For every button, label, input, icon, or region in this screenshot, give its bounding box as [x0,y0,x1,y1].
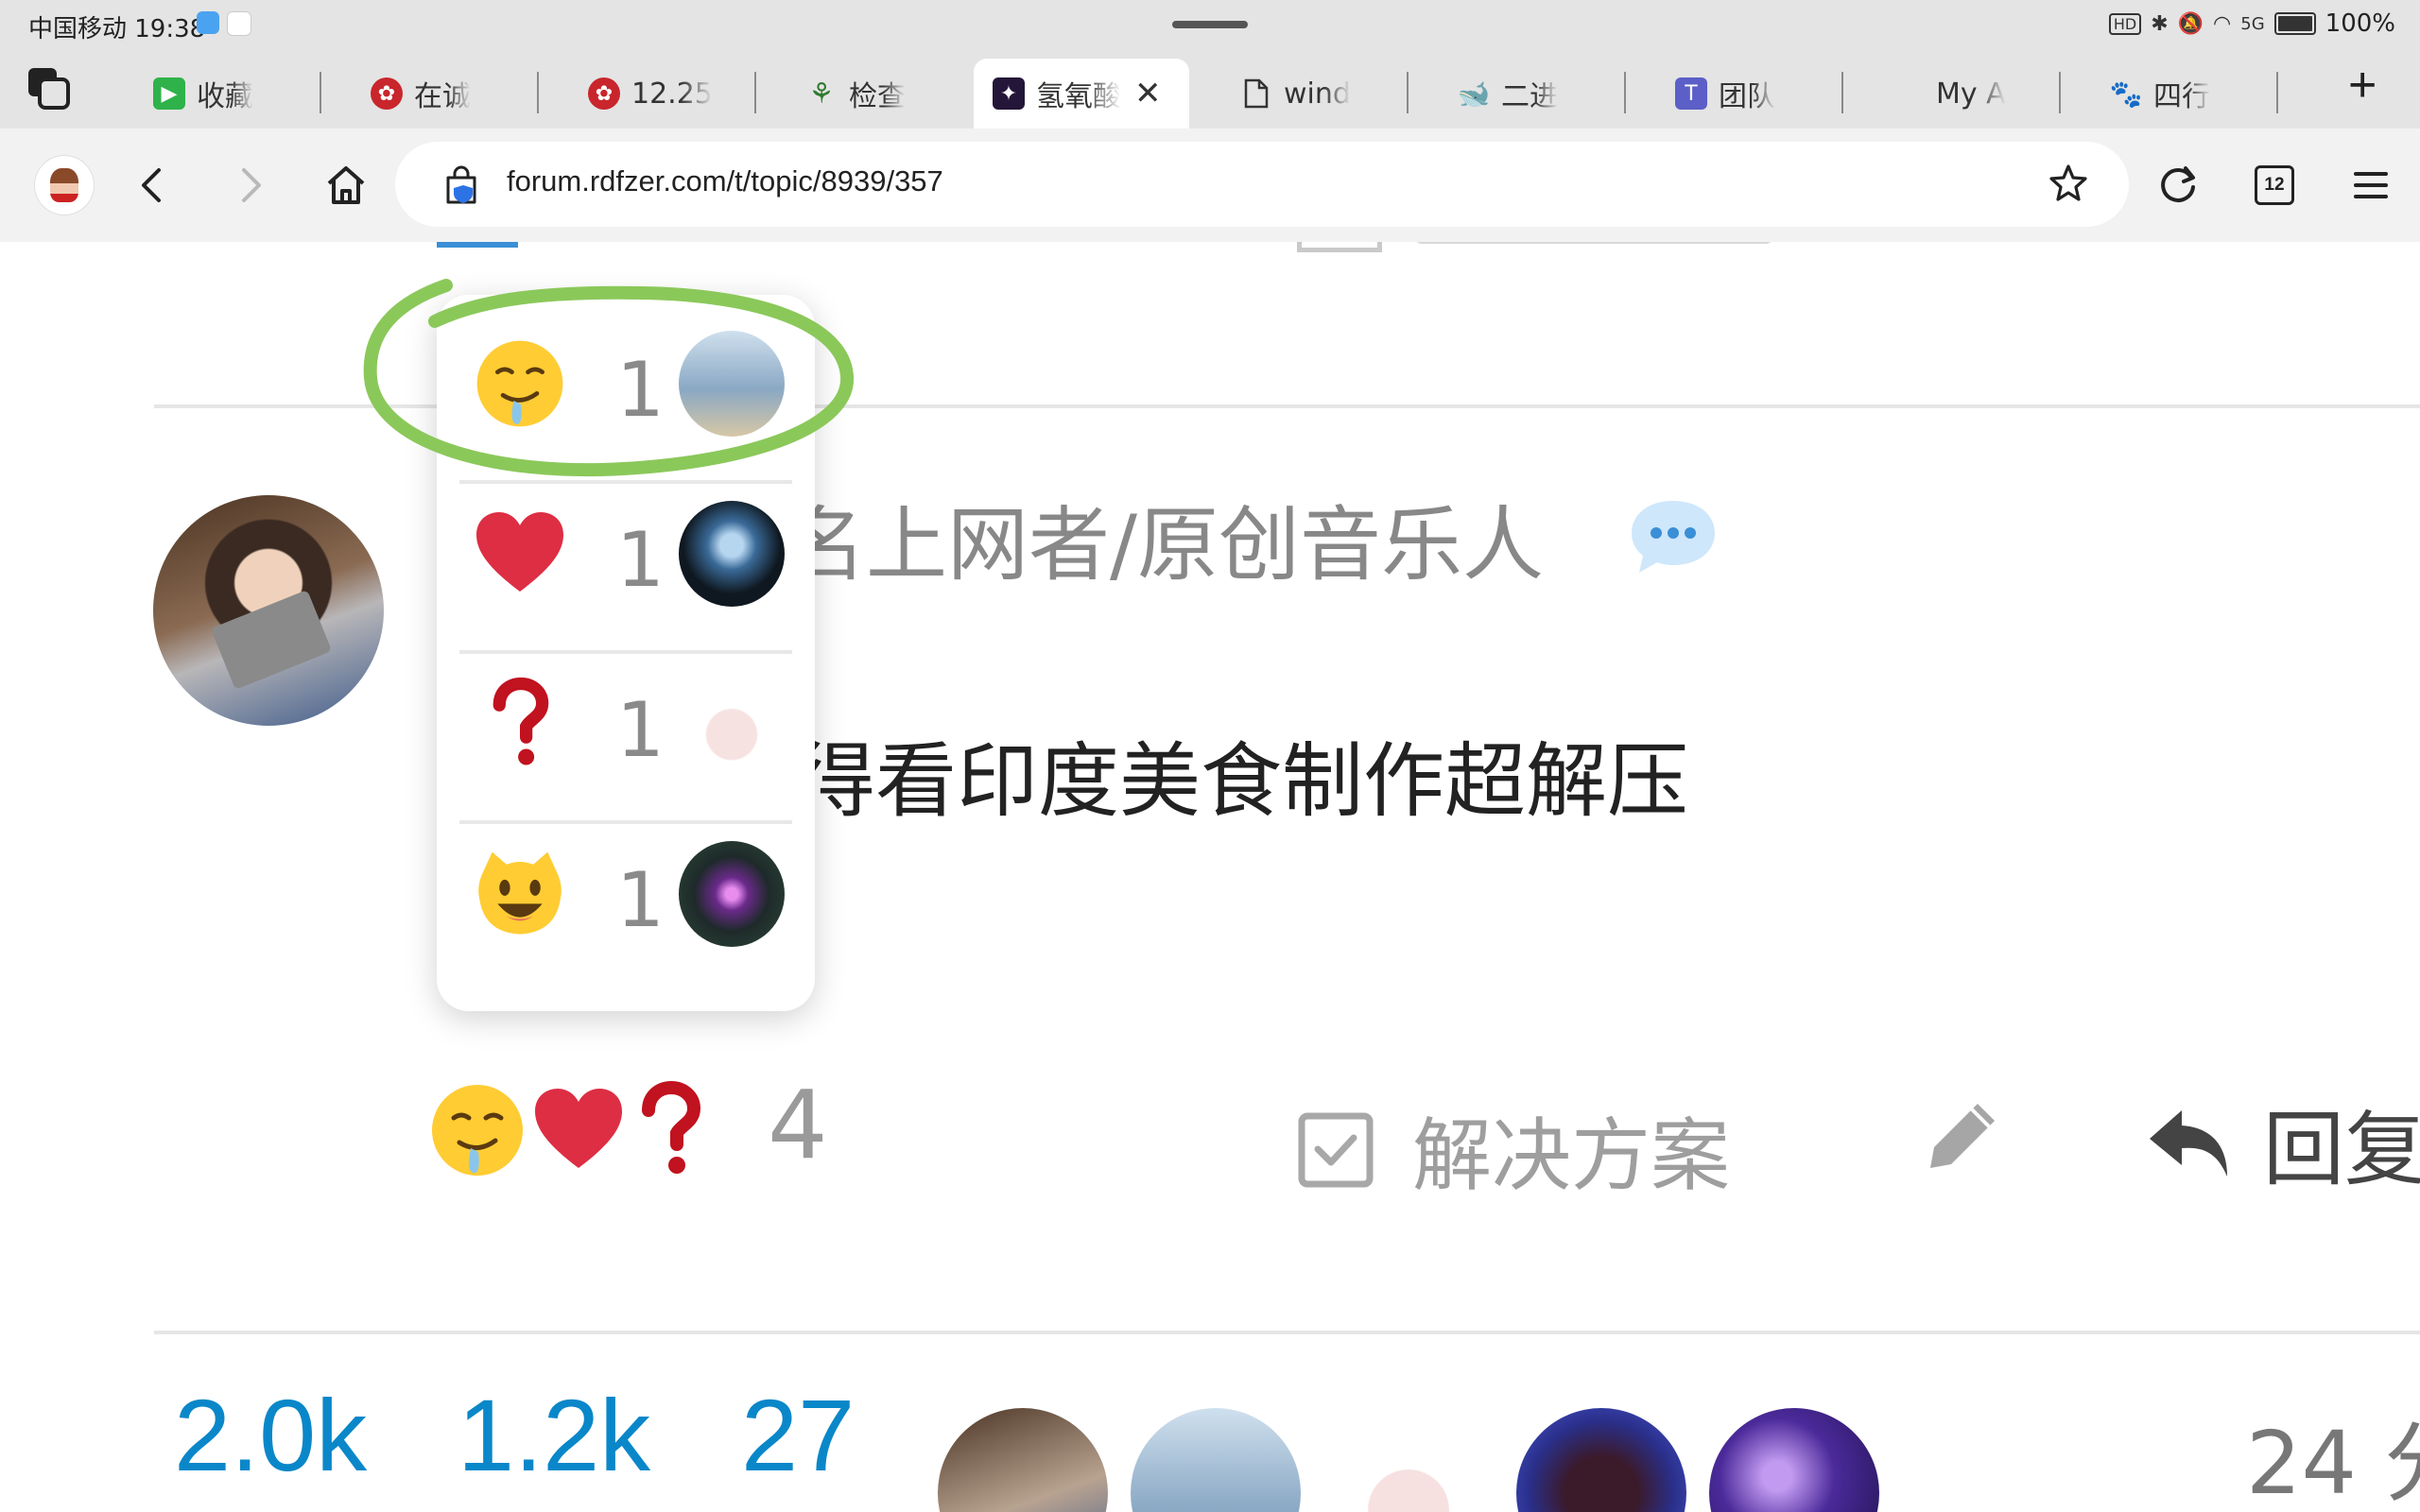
participant-avatar[interactable] [1516,1408,1686,1512]
address-bar[interactable]: forum.rdfzer.com/t/topic/8939/357 [395,142,2129,227]
forward-icon[interactable] [219,155,280,215]
participant-avatar[interactable] [1709,1408,1879,1512]
users-count: 27 [741,1378,856,1492]
profile-avatar[interactable] [34,155,95,215]
reaction-count: 1 [616,516,665,604]
status-app-icons [197,11,251,36]
chat-bubble-icon [1632,501,1715,573]
participant-avatar[interactable] [938,1408,1108,1512]
tab-3[interactable]: ✿ 12.25 [588,59,749,129]
weather-icon [197,11,219,34]
tab-separator [754,72,756,113]
menu-icon[interactable] [2341,155,2401,215]
reload-icon[interactable] [2148,155,2208,215]
bluetooth-icon: ✱ [2151,11,2169,36]
tab-4[interactable]: ⚘ 检查 [805,59,966,129]
post-author-name[interactable]: 名上网者/原创音乐人 [785,478,1544,596]
close-tab-icon[interactable]: ✕ [1134,75,1162,112]
tab-7[interactable]: 🐋 二进 [1458,59,1618,129]
reply-label: 回复 [2263,1103,2420,1197]
status-indicators: HD ✱ 🔕 ◠ 5G 100% [2108,9,2395,38]
tab-active[interactable]: ✦ 氢氧酸 ✕ [974,59,1189,129]
previous-post-cutoff [1297,242,1382,252]
last-activity-time: 24 分 [2246,1413,2420,1512]
mute-icon: 🔕 [2177,11,2204,36]
tab-8[interactable]: T 团队 [1675,59,1836,129]
post-author-avatar[interactable] [153,495,384,726]
browser-toolbar: forum.rdfzer.com/t/topic/8939/357 12 [0,129,2420,242]
tab-2[interactable]: ✿ 在诚 [371,59,531,129]
reaction-count: 1 [616,686,665,774]
wifi-icon: ◠ [2213,11,2232,36]
baidu-paw-favicon: 🐾 [2110,77,2143,110]
post-body-text: 得看印度美食制作超解压 [794,734,1688,829]
reactor-avatar[interactable] [679,841,785,947]
red-circle-favicon: ✿ [588,77,620,110]
views-count: 2.0k [174,1378,368,1492]
new-tab-button[interactable]: + [2348,57,2377,113]
blue-whale-favicon: 🐋 [1458,77,1491,110]
home-icon[interactable] [316,155,376,215]
heart-icon [476,512,563,592]
solution-label: 解决方案 [1412,1109,1731,1202]
window-drag-handle[interactable] [1172,21,1248,28]
reaction-count: 1 [616,856,665,944]
participant-avatar[interactable] [1131,1408,1301,1512]
hd-icon: HD [2108,12,2142,35]
edit-pencil-icon[interactable] [1917,1091,2008,1181]
reaction-total-count[interactable]: 4 [768,1070,828,1180]
tab-separator [1841,72,1843,113]
smiley-cat-icon [478,851,562,935]
file-icon [1240,77,1272,110]
tab-overview-icon[interactable] [26,66,72,112]
green-favicon: ▶ [153,77,185,110]
tab-separator [1407,72,1409,113]
red-circle-favicon: ✿ [371,77,403,110]
music-icon [227,11,251,36]
tab-separator [1624,72,1626,113]
tab-separator [2276,72,2278,113]
bookmark-star-icon[interactable] [2046,161,2091,206]
tab-separator [2059,72,2061,113]
reply-button[interactable]: 回复 [2146,1083,2420,1201]
tab-10[interactable]: 🐾 四行 [2110,59,2271,129]
status-bar: 中国移动 19:38 HD ✱ 🔕 ◠ 5G 100% [0,0,2420,51]
reply-arrow-icon [2150,1109,2227,1177]
carrier-time: 中国移动 19:38 [28,15,206,43]
teams-favicon: T [1675,77,1707,110]
checkbox-icon [1298,1112,1374,1187]
tab-separator [320,72,321,113]
tab-count-button[interactable]: 12 [2244,155,2305,215]
likes-count: 1.2k [458,1378,651,1492]
previous-post-cutoff [437,242,518,248]
security-shield-icon[interactable] [441,164,482,206]
participant-avatar[interactable] [1323,1408,1494,1512]
reactor-avatar[interactable] [679,671,785,777]
previous-post-cutoff [1414,242,1773,244]
reactor-avatar[interactable] [679,501,785,607]
dark-favicon: ✦ [993,77,1025,110]
highlight-annotation [363,279,855,477]
tab-6[interactable]: wind [1240,59,1401,129]
heart-icon[interactable] [529,1081,628,1179]
tab-9[interactable]: My A [1893,59,2053,129]
drooling-face-icon[interactable] [425,1078,529,1182]
tab-strip: ▶ 收藏 ✿ 在诚 ✿ 12.25 ⚘ 检查 ✦ 氢氧酸 ✕ wind 🐋 二进… [0,51,2420,129]
battery-icon [2273,12,2316,35]
topic-footer-divider [154,1331,2420,1334]
solution-button[interactable]: 解决方案 [1297,1092,1730,1207]
post-reactions[interactable] [425,1074,713,1187]
question-mark-icon[interactable] [628,1078,713,1182]
question-mark-icon [493,677,549,765]
tab-separator [537,72,539,113]
microsoft-favicon [1893,77,1925,110]
signal-icon: 5G [2240,13,2265,34]
reaction-row[interactable]: 1 [459,635,792,803]
plant-favicon: ⚘ [808,77,835,111]
reaction-row[interactable]: 1 [459,805,792,973]
back-icon[interactable] [123,155,183,215]
battery-percent: 100% [2325,9,2395,38]
url-text[interactable]: forum.rdfzer.com/t/topic/8939/357 [507,164,943,198]
tab-1[interactable]: ▶ 收藏 [153,59,314,129]
